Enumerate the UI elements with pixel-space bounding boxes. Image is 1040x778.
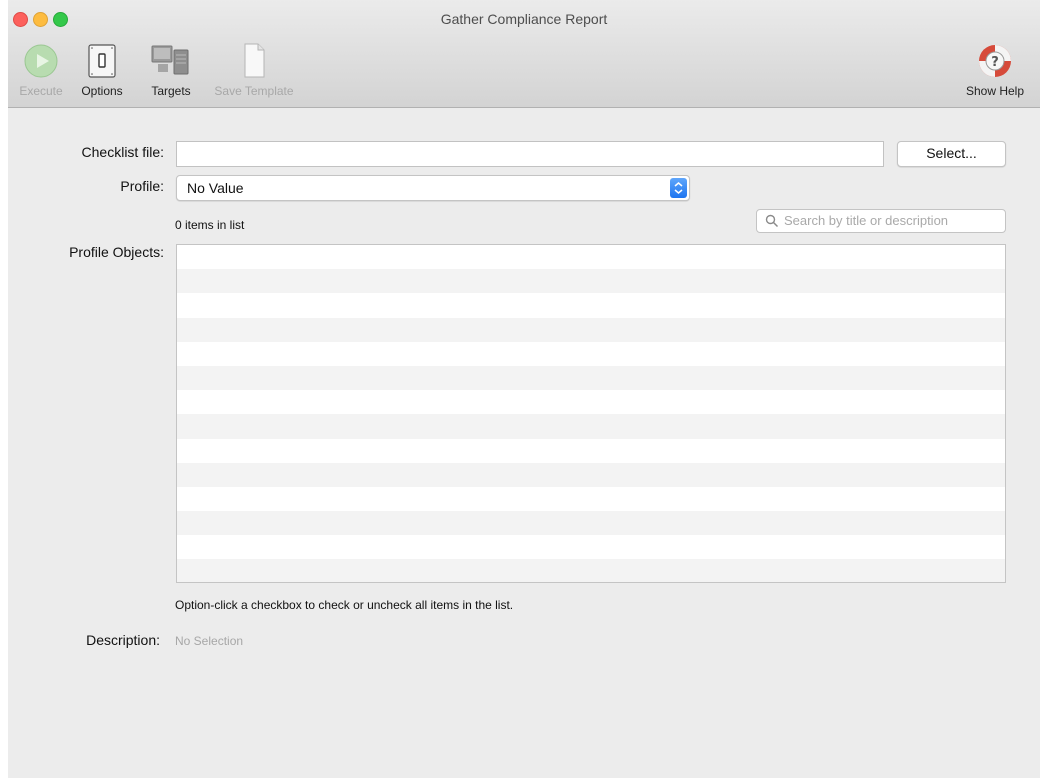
titlebar-toolbar: Gather Compliance Report Execute Options: [8, 0, 1040, 108]
execute-button[interactable]: Execute: [14, 40, 68, 98]
play-icon: [24, 44, 58, 78]
save-template-label: Save Template: [214, 84, 294, 98]
save-template-button[interactable]: Save Template: [206, 40, 302, 98]
show-help-button[interactable]: ? Show Help: [960, 40, 1030, 98]
chevron-updown-icon: [670, 178, 687, 198]
options-label: Options: [81, 84, 123, 98]
select-file-button[interactable]: Select...: [897, 141, 1006, 167]
profile-objects-table[interactable]: [176, 244, 1006, 583]
show-help-label: Show Help: [965, 84, 1025, 98]
table-row: [177, 511, 1005, 536]
table-row: [177, 390, 1005, 414]
options-button[interactable]: Options: [74, 40, 130, 98]
search-icon: [765, 214, 779, 228]
table-row: [177, 462, 1005, 487]
table-row: [177, 245, 1005, 269]
table-row: [177, 487, 1005, 511]
profile-label: Profile:: [120, 178, 164, 194]
targets-label: Targets: [151, 84, 191, 98]
app-window: Gather Compliance Report Execute Options: [8, 0, 1040, 778]
options-switch-icon: [88, 44, 116, 78]
table-row: [177, 293, 1005, 317]
items-count: 0 items in list: [175, 218, 245, 232]
table-row: [177, 414, 1005, 439]
table-row: [177, 559, 1005, 582]
description-label: Description:: [86, 632, 160, 648]
profile-objects-label: Profile Objects:: [69, 244, 164, 260]
checkbox-hint: Option-click a checkbox to check or unch…: [175, 598, 514, 612]
checklist-file-label: Checklist file:: [81, 144, 164, 160]
svg-text:?: ?: [991, 55, 999, 70]
table-row: [177, 317, 1005, 342]
document-icon: [244, 43, 265, 78]
targets-computers-icon: [151, 45, 189, 75]
window-title: Gather Compliance Report: [440, 11, 608, 27]
profile-value: No Value: [187, 180, 244, 196]
profile-popup[interactable]: No Value: [176, 175, 690, 201]
targets-button[interactable]: Targets: [142, 40, 200, 98]
table-row: [177, 365, 1005, 391]
search-field[interactable]: Search by title or description: [756, 209, 1006, 233]
table-row: [177, 269, 1005, 294]
checklist-file-field[interactable]: [176, 141, 884, 167]
description-value: No Selection: [175, 634, 244, 648]
table-row: [177, 535, 1005, 559]
table-row: [177, 439, 1005, 463]
execute-label: Execute: [19, 84, 63, 98]
search-placeholder: Search by title or description: [784, 213, 949, 228]
table-row: [177, 342, 1005, 366]
lifebuoy-help-icon: ?: [979, 45, 1011, 77]
